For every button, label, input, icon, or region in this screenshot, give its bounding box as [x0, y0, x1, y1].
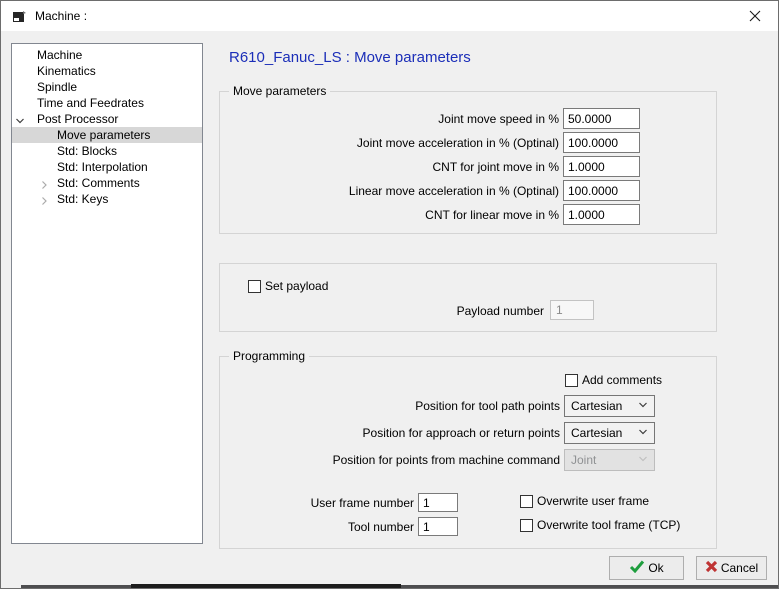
- cnt-linear-move-input[interactable]: [563, 204, 640, 225]
- sidebar-item-time-and-feedrates[interactable]: Time and Feedrates: [12, 95, 202, 111]
- ok-button[interactable]: Ok: [609, 556, 684, 580]
- tool-number-label: Tool number: [347, 520, 414, 534]
- sidebar-item-post-processor[interactable]: Post Processor: [12, 111, 202, 127]
- add-comments-row: Add comments: [565, 373, 662, 387]
- linear-move-acceleration-input[interactable]: [563, 180, 640, 201]
- user-frame-number-label: User frame number: [310, 496, 414, 510]
- machine-icon: [11, 8, 27, 24]
- set-payload-row: Set payload: [248, 279, 328, 293]
- overwrite-user-frame-checkbox[interactable]: [520, 494, 533, 508]
- overwrite-user-frame-row: Overwrite user frame: [520, 494, 649, 508]
- machine-command-points-select: Joint: [564, 449, 655, 471]
- close-icon[interactable]: [732, 1, 778, 31]
- chevron-down-icon: [638, 426, 648, 440]
- group-title: Programming: [229, 349, 310, 363]
- approach-return-points-label: Position for approach or return points: [362, 426, 560, 440]
- chevron-down-icon: [638, 453, 648, 467]
- chevron-down-icon: [638, 399, 648, 413]
- cross-icon: [705, 560, 718, 576]
- tool-path-points-label: Position for tool path points: [415, 399, 560, 413]
- cancel-button-label: Cancel: [720, 561, 759, 575]
- sidebar-item-std-comments[interactable]: Std: Comments: [12, 175, 202, 191]
- sidebar-item-spindle[interactable]: Spindle: [12, 79, 202, 95]
- chevron-right-icon[interactable]: [39, 178, 49, 189]
- set-payload-label: Set payload: [265, 279, 329, 293]
- user-frame-number-input[interactable]: [418, 493, 458, 512]
- add-comments-checkbox[interactable]: [565, 373, 578, 387]
- payload-group: Set payload Payload number: [219, 263, 717, 332]
- field-row: CNT for linear move in %: [228, 204, 640, 225]
- sidebar-item-machine[interactable]: Machine: [12, 47, 202, 63]
- chevron-right-icon[interactable]: [39, 194, 49, 205]
- field-row: Joint move speed in %: [228, 108, 640, 129]
- sidebar-item-std-blocks[interactable]: Std: Blocks: [12, 143, 202, 159]
- field-row: Joint move acceleration in % (Optinal): [228, 132, 640, 153]
- overwrite-tool-frame-row: Overwrite tool frame (TCP): [520, 518, 680, 532]
- set-payload-checkbox[interactable]: [248, 279, 261, 293]
- sidebar-item-std-keys[interactable]: Std: Keys: [12, 191, 202, 207]
- window-title: Machine :: [35, 9, 88, 23]
- check-icon: [629, 560, 645, 576]
- field-row: CNT for joint move in %: [228, 156, 640, 177]
- sidebar-item-std-interpolation[interactable]: Std: Interpolation: [12, 159, 202, 175]
- approach-return-points-select[interactable]: Cartesian: [564, 422, 655, 444]
- page-title: R610_Fanuc_LS : Move parameters: [229, 49, 471, 66]
- group-title: Move parameters: [229, 84, 331, 98]
- tool-number-input[interactable]: [418, 517, 458, 536]
- tool-path-points-select[interactable]: Cartesian: [564, 395, 655, 417]
- payload-number-input: [550, 300, 594, 320]
- cancel-button[interactable]: Cancel: [696, 556, 767, 580]
- chevron-down-icon[interactable]: [15, 114, 25, 124]
- overwrite-user-frame-label: Overwrite user frame: [537, 494, 650, 508]
- programming-group: Programming Add comments Position for to…: [219, 349, 717, 549]
- move-parameters-group: Move parameters Joint move speed in % Jo…: [219, 84, 717, 234]
- overwrite-tool-frame-label: Overwrite tool frame (TCP): [537, 518, 681, 532]
- machine-dialog: Machine : Machine Kinematics Spindle Tim…: [0, 0, 779, 589]
- ok-button-label: Ok: [648, 561, 664, 575]
- payload-number-label: Payload number: [456, 304, 544, 318]
- field-row: Linear move acceleration in % (Optinal): [228, 180, 640, 201]
- joint-move-speed-input[interactable]: [563, 108, 640, 129]
- settings-tree: Machine Kinematics Spindle Time and Feed…: [11, 43, 203, 544]
- taskbar-sliver-dark: [131, 584, 401, 588]
- cnt-joint-move-input[interactable]: [563, 156, 640, 177]
- sidebar-item-kinematics[interactable]: Kinematics: [12, 63, 202, 79]
- sidebar-item-move-parameters[interactable]: Move parameters: [12, 127, 202, 143]
- add-comments-label: Add comments: [582, 373, 663, 387]
- title-bar: Machine :: [1, 1, 778, 31]
- joint-move-acceleration-input[interactable]: [563, 132, 640, 153]
- overwrite-tool-frame-checkbox[interactable]: [520, 518, 533, 532]
- machine-command-points-label: Position for points from machine command: [332, 453, 560, 467]
